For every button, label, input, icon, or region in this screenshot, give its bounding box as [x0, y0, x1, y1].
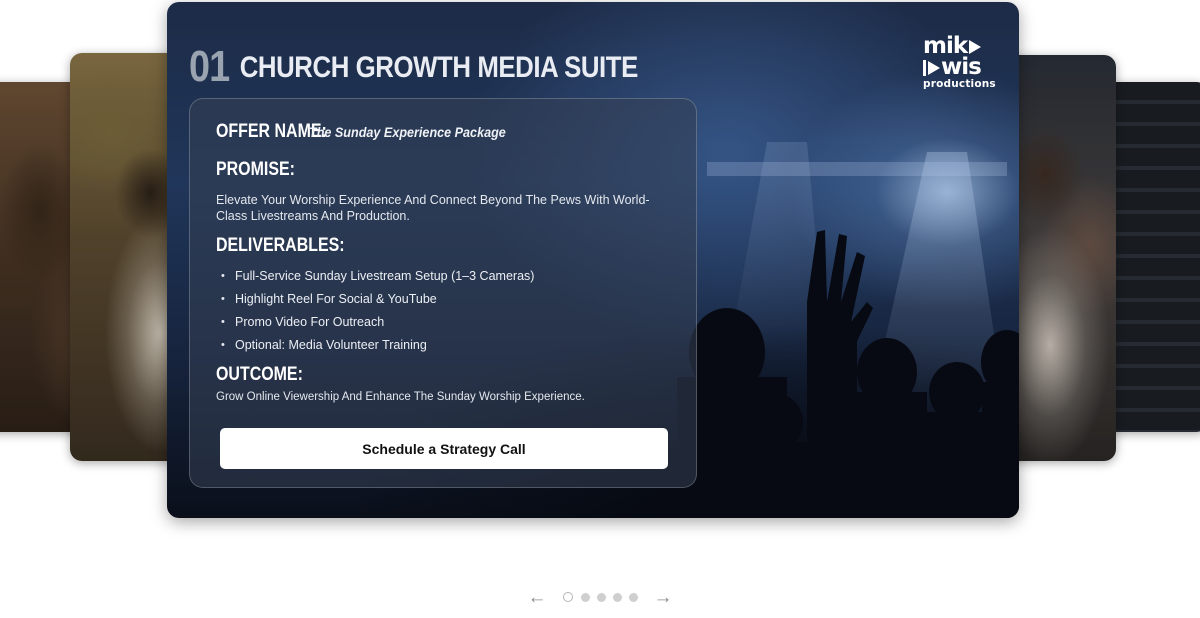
carousel-dot-1[interactable]	[563, 592, 573, 602]
carousel-stage: 01 CHURCH GROWTH MEDIA SUITE mik wis prod…	[0, 0, 1200, 618]
offer-name-row: OFFER NAME: The Sunday Experience Packag…	[216, 121, 506, 143]
mike-lewis-productions-logo: mik wis productions	[923, 35, 996, 90]
carousel-navigation: ← →	[527, 587, 675, 609]
arrow-left-icon[interactable]: ←	[527, 587, 547, 609]
deliverables-heading: DELIVERABLES:	[216, 235, 345, 256]
carousel-dot-2[interactable]	[581, 593, 590, 602]
carousel-dot-4[interactable]	[613, 593, 622, 602]
deliverable-item: Optional: Media Volunteer Training	[216, 334, 534, 357]
slide-number: 01	[189, 42, 230, 91]
offer-info-panel: OFFER NAME: The Sunday Experience Packag…	[189, 98, 697, 488]
promise-text: Elevate Your Worship Experience And Conn…	[216, 193, 650, 223]
outcome-text: Grow Online Viewership And Enhance The S…	[216, 391, 585, 403]
promise-heading: PROMISE:	[216, 159, 295, 180]
logo-line-2: wis	[923, 54, 995, 80]
offer-name-value: The Sunday Experience Package	[309, 124, 506, 140]
arrow-right-icon[interactable]: →	[653, 587, 673, 609]
logo-bar-mark	[923, 59, 926, 76]
outcome-heading: OUTCOME:	[216, 364, 303, 385]
schedule-strategy-call-button[interactable]: Schedule a Strategy Call	[220, 428, 668, 469]
carousel-dot-5[interactable]	[629, 593, 638, 602]
deliverable-item: Full-Service Sunday Livestream Setup (1–…	[216, 265, 534, 288]
logo-tagline: productions	[923, 78, 996, 90]
play-triangle-icon	[969, 39, 982, 54]
slide-title: 01 CHURCH GROWTH MEDIA SUITE	[189, 42, 638, 92]
slide-title-text: CHURCH GROWTH MEDIA SUITE	[239, 51, 639, 84]
logo-text-2: wis	[941, 54, 982, 80]
play-triangle-icon	[928, 60, 940, 75]
deliverable-item: Promo Video For Outreach	[216, 311, 534, 334]
deliverables-list: Full-Service Sunday Livestream Setup (1–…	[216, 265, 534, 357]
carousel-dot-3[interactable]	[597, 593, 606, 602]
deliverable-item: Highlight Reel For Social & YouTube	[216, 288, 534, 311]
